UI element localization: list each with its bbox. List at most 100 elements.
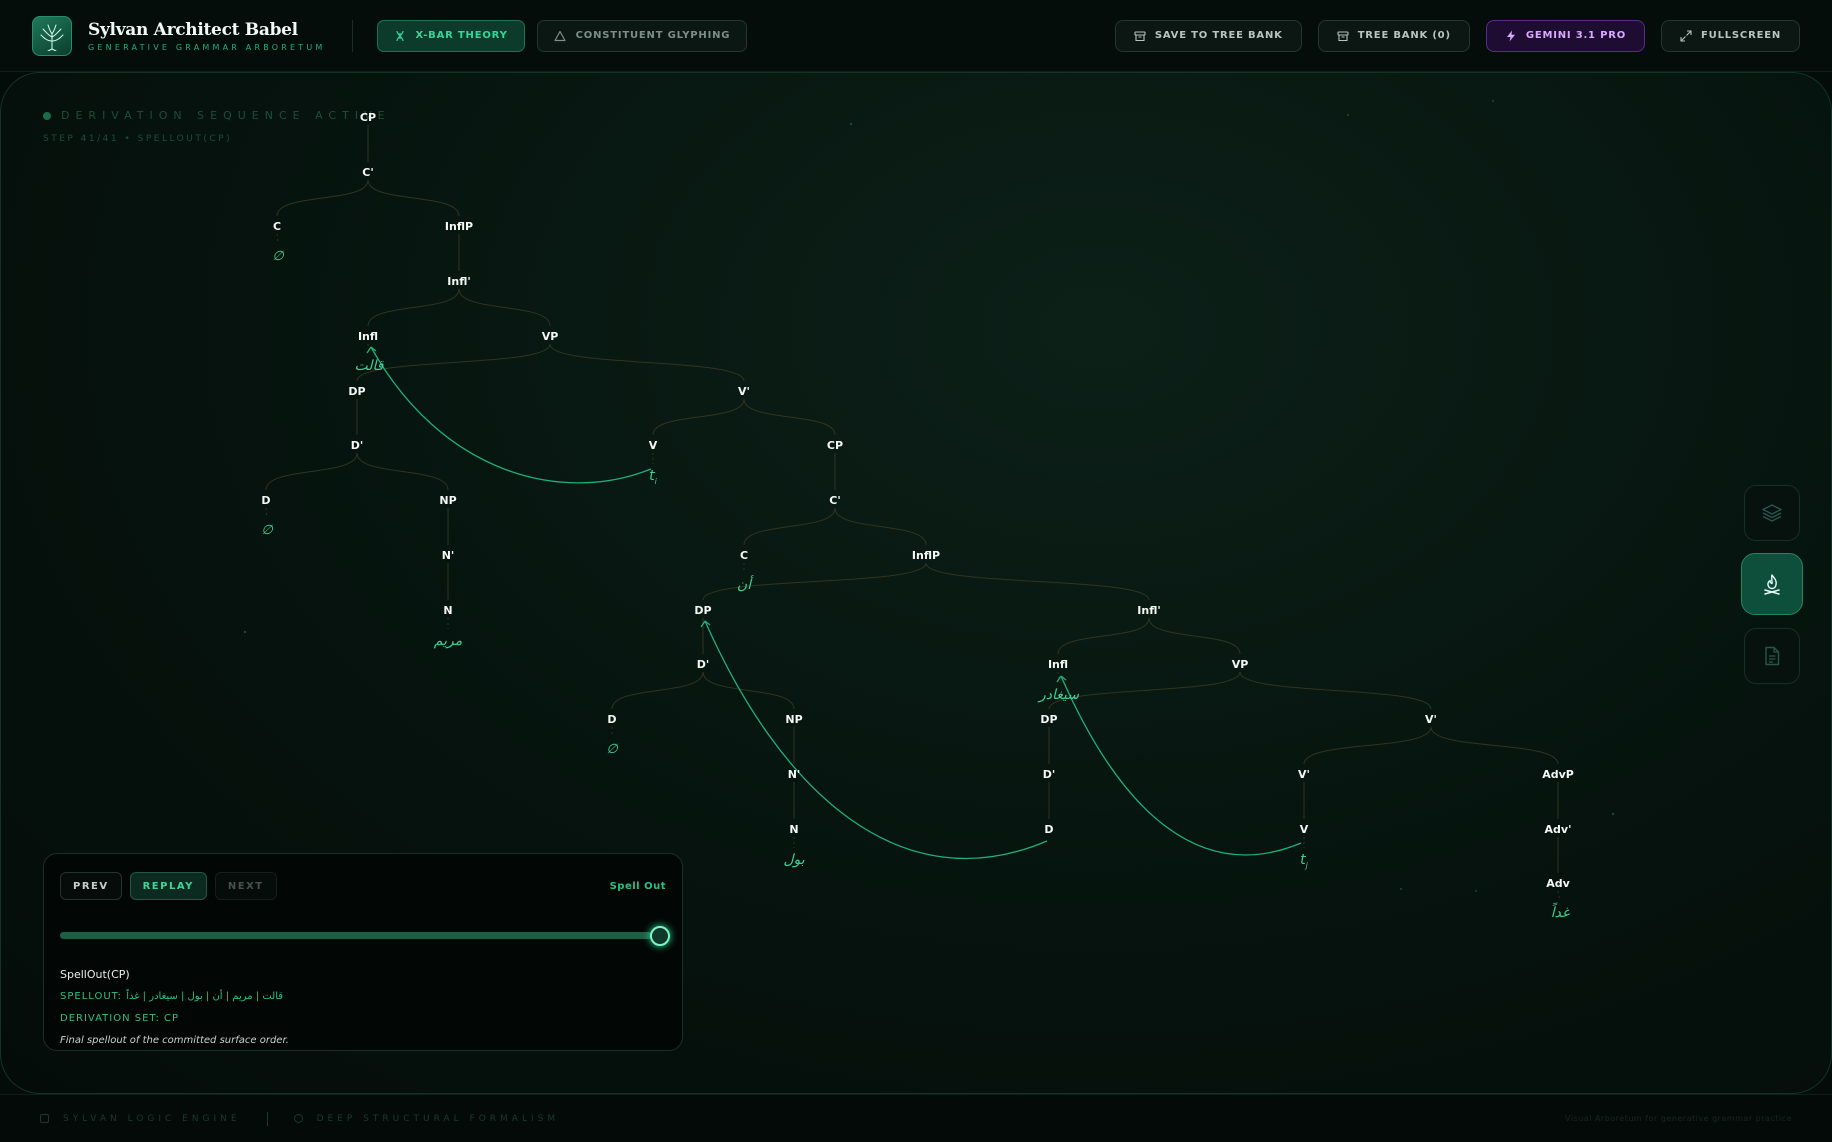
tree-node[interactable]: N [789,823,798,836]
tree-node[interactable]: D' [697,658,710,671]
tree-node[interactable]: InflP [445,220,473,233]
tree-edge [356,452,449,491]
tree-edge [702,671,795,710]
constituent-glyphing-button[interactable]: CONSTITUENT GLYPHING [536,19,748,52]
tree-edge [367,179,460,217]
tree-node[interactable]: CP [827,439,843,452]
campfire-button[interactable] [1741,553,1803,615]
tree-logo-icon [32,15,72,56]
leaf-edge [1557,890,1561,902]
layers-button[interactable] [1744,485,1800,541]
tree-node[interactable]: CP [360,111,376,124]
tree-node[interactable]: Infl [358,330,378,343]
tree-nodes: CP C' C ∅ InflP Infl' Infl قالت VP DP D' D ∅ NP N' N مري… [261,111,1573,921]
tree-edges [265,125,1561,902]
tree-node[interactable]: C' [362,166,373,179]
app-header: Sylvan Architect Babel GENERATIVE GRAMMA… [0,0,1832,72]
tree-edge [743,507,836,546]
tree-bank-label: TREE BANK (0) [1357,30,1451,41]
tree-node[interactable]: DP [1040,713,1057,726]
document-button[interactable] [1744,628,1800,684]
tree-node[interactable]: D' [351,439,364,452]
tree-node[interactable]: DP [694,604,711,617]
tree-leaf: tj [1300,852,1309,870]
tree-node[interactable]: VP [1232,658,1249,671]
archive-icon [1337,30,1349,41]
lightning-icon [1506,30,1515,41]
tree-edge [1430,726,1559,765]
tree-node[interactable]: V' [1425,713,1437,726]
tree-node[interactable]: V [1300,823,1309,836]
tree-node[interactable]: N' [442,549,455,562]
slider-fill [60,932,652,939]
tree-node[interactable]: D [1044,823,1053,836]
replay-button[interactable]: REPLAY [129,872,207,900]
tree-node[interactable]: DP [348,385,365,398]
fullscreen-button[interactable]: FULLSCREEN [1661,19,1800,52]
movement-arrow [1060,675,1302,856]
tree-node[interactable]: C [273,220,281,233]
tree-edge [276,179,369,217]
constituent-glyphing-label: CONSTITUENT GLYPHING [575,30,731,41]
spellout-prefix: SPELLOUT: [60,991,123,1002]
tree-node[interactable]: C [740,549,748,562]
movement-arrow [370,346,652,484]
tree-node[interactable]: D [261,494,270,507]
dna-icon [395,30,404,41]
app-subtitle: GENERATIVE GRAMMAR ARBORETUM [88,42,326,52]
formalism-icon [293,1114,303,1123]
tree-node[interactable]: Adv' [1545,823,1572,836]
tree-node[interactable]: Adv [1546,877,1570,890]
footer-engine: SYLVAN LOGIC ENGINE [63,1113,241,1124]
tree-node[interactable]: V [649,439,658,452]
movement-arrow [704,620,1048,859]
tree-leaf: غداً [1551,902,1570,921]
model-label: GEMINI 3.1 PRO [1525,30,1627,41]
tree-edge [458,288,551,327]
tree-node[interactable]: C' [829,494,840,507]
app-title: Sylvan Architect Babel [88,19,298,40]
tree-edge [1239,671,1432,710]
tree-bank-button[interactable]: TREE BANK (0) [1317,19,1470,52]
tree-node[interactable]: Infl' [447,275,470,288]
tree-node[interactable]: Infl' [1137,604,1160,617]
tree-leaf: سيغادر [1037,687,1079,703]
tree-node[interactable]: InflP [912,549,940,562]
model-select-button[interactable]: GEMINI 3.1 PRO [1485,19,1646,52]
derivation-slider[interactable] [60,926,670,946]
tree-node[interactable]: Infl [1048,658,1068,671]
tree-node[interactable]: N' [788,768,801,781]
tree-node[interactable]: N [443,604,452,617]
spell-out-link[interactable]: Spell Out [610,881,666,892]
leaf-edge [367,343,370,355]
tree-edge [1303,726,1432,765]
trace-index: j [1305,861,1309,870]
triangle-icon [554,30,566,41]
slider-thumb[interactable] [650,926,670,946]
leaf-edge [265,507,268,519]
footer-formalism: DEEP STRUCTURAL FORMALISM [316,1113,560,1124]
tree-node[interactable]: AdvP [1542,768,1574,781]
fullscreen-label: FULLSCREEN [1701,30,1781,41]
tree-node[interactable]: VP [542,330,559,343]
tree-canvas[interactable]: DERIVATION SEQUENCE ACTIVE STEP 41/41 • … [0,72,1832,1094]
derivation-control-panel: PREV REPLAY NEXT Spell Out SpellOut(CP) … [43,853,683,1051]
tree-node[interactable]: V' [1298,768,1310,781]
expand-icon [1680,29,1692,42]
tree-edge [834,507,927,546]
prev-button[interactable]: PREV [60,872,122,900]
tree-node[interactable]: NP [439,494,456,507]
step-name: SpellOut(CP) [60,968,130,981]
tree-node[interactable]: D' [1043,768,1056,781]
tree-node[interactable]: V' [738,385,750,398]
save-to-tree-bank-button[interactable]: SAVE TO TREE BANK [1114,19,1302,52]
xbar-theory-label: X-BAR THEORY [415,30,508,41]
tree-node[interactable]: D [607,713,616,726]
spellout-line: SPELLOUT: قالت | مريم | أن | بول | سيغاد… [60,991,666,1002]
tree-node[interactable]: NP [785,713,802,726]
tree-edge [265,452,358,491]
tree-edge [367,288,460,327]
xbar-theory-button[interactable]: X-BAR THEORY [376,19,525,52]
tree-leaf: ∅ [261,523,273,538]
next-button[interactable]: NEXT [214,872,277,900]
